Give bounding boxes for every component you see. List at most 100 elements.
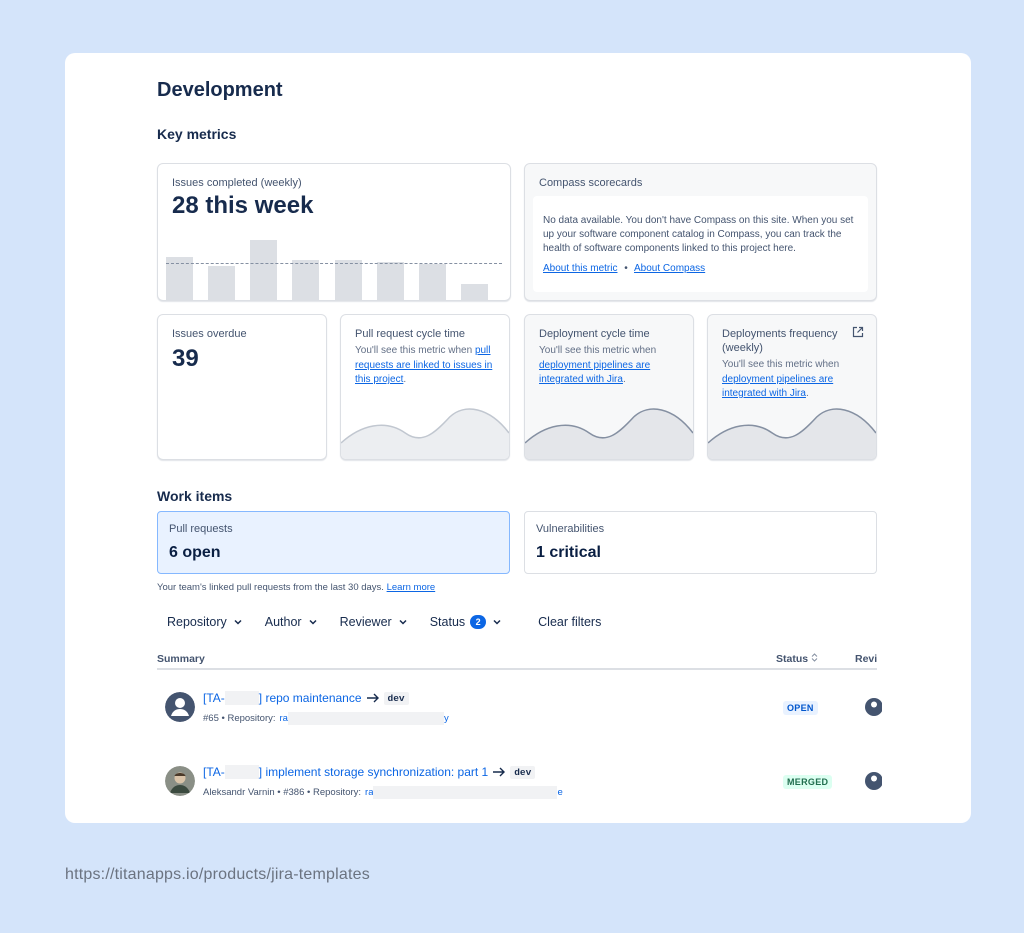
pr-meta: Aleksandr Varnin • #386 • Repository: ra… — [203, 786, 563, 799]
placeholder-wave — [708, 408, 876, 459]
source-url: https://titanapps.io/products/jira-templ… — [65, 866, 370, 883]
redacted-repository — [373, 786, 558, 799]
pr-title-link[interactable]: [TA- ] implement storage synchronization… — [203, 765, 536, 779]
deployment-cycle-time-card: Deployment cycle time You'll see this me… — [524, 314, 694, 460]
pr-cycle-time-card: Pull request cycle time You'll see this … — [340, 314, 510, 460]
pr-meta-text: Aleksandr Varnin • #386 • Repository: — [203, 787, 362, 798]
issues-overdue-label: Issues overdue — [172, 328, 247, 340]
average-line — [166, 263, 502, 264]
pr-title-suffix: ] repo maintenance — [258, 691, 362, 705]
deploy-freq-label: Deployments frequency (weekly) — [722, 328, 838, 354]
key-metrics-heading: Key metrics — [157, 126, 237, 142]
work-items-heading: Work items — [157, 488, 233, 504]
deploy-freq-hint: You'll see this metric when deployment p… — [722, 358, 872, 402]
deploy-cycle-hint-text: You'll see this metric when — [539, 345, 657, 356]
note-text: Your team's linked pull requests from th… — [157, 582, 384, 593]
reviewer-avatar-icon — [865, 772, 882, 790]
redacted-repository — [287, 712, 444, 725]
vulnerabilities-value: 1 critical — [536, 544, 601, 561]
reviewer-column-header[interactable]: Revi — [855, 653, 877, 665]
issues-bar — [334, 259, 362, 300]
compass-message: No data available. You don't have Compas… — [533, 196, 868, 292]
pull-requests-note: Your team's linked pull requests from th… — [157, 582, 435, 593]
reviewer-filter[interactable]: Reviewer — [340, 615, 408, 629]
deploy-freq-hint-end: . — [805, 388, 809, 399]
pr-title-prefix: [TA- — [203, 691, 225, 705]
author-filter[interactable]: Author — [265, 615, 318, 629]
default-avatar-icon — [165, 692, 195, 722]
pr-meta: #65 • Repository: ra y — [203, 712, 449, 725]
reviewer-filter-label: Reviewer — [339, 615, 392, 629]
deploy-pipelines-link[interactable]: deployment pipelines are integrated with… — [539, 360, 650, 386]
target-branch: dev — [510, 765, 536, 779]
status-count-badge: 2 — [470, 615, 487, 629]
redacted-key — [224, 691, 259, 705]
pr-title-link[interactable]: [TA- ] repo maintenance dev — [203, 691, 409, 705]
filter-bar: Repository Author Reviewer Status 2 Clea… — [167, 615, 623, 629]
issues-overdue-value: 39 — [172, 345, 199, 372]
deploy-cycle-hint: You'll see this metric when deployment p… — [539, 344, 689, 388]
pull-requests-value: 6 open — [169, 544, 221, 561]
deploy-cycle-hint-end: . — [622, 374, 626, 385]
table-header: Summary Status Revi — [157, 653, 877, 670]
issues-bar — [376, 262, 404, 300]
repository-link-end[interactable]: e — [557, 787, 562, 798]
pr-cycle-label: Pull request cycle time — [355, 328, 466, 340]
development-panel: Development Key metrics Issues completed… — [65, 53, 971, 823]
compass-scorecards-card: Compass scorecards No data available. Yo… — [524, 163, 877, 301]
issues-completed-card[interactable]: Issues completed (weekly) 28 this week — [157, 163, 511, 301]
table-row[interactable]: [TA- ] implement storage synchronization… — [157, 752, 882, 812]
redacted-key — [224, 765, 259, 779]
deployments-frequency-card[interactable]: Deployments frequency (weekly) You'll se… — [707, 314, 877, 460]
issues-completed-label: Issues completed (weekly) — [172, 177, 302, 189]
clear-filters-button[interactable]: Clear filters — [538, 615, 601, 629]
author-filter-label: Author — [264, 615, 302, 629]
repository-filter[interactable]: Repository — [167, 615, 243, 629]
about-compass-link[interactable]: About Compass — [634, 263, 705, 274]
learn-more-link[interactable]: Learn more — [387, 582, 436, 593]
compass-text: No data available. You don't have Compas… — [543, 215, 854, 254]
chevron-down-icon — [493, 619, 501, 625]
pr-title-suffix: ] implement storage synchronization: par… — [258, 765, 489, 779]
user-photo-avatar — [165, 766, 195, 796]
pull-requests-tab[interactable]: Pull requests 6 open — [157, 511, 510, 574]
issues-bar — [419, 263, 447, 300]
issues-bar — [461, 284, 489, 300]
pr-cycle-hint: You'll see this metric when pull request… — [355, 344, 505, 388]
about-metric-link[interactable]: About this metric — [543, 263, 617, 274]
deploy-cycle-label: Deployment cycle time — [539, 328, 650, 340]
deploy-freq-hint-text: You'll see this metric when — [722, 359, 840, 370]
deploy-freq-pipelines-link[interactable]: deployment pipelines are integrated with… — [722, 374, 833, 400]
chevron-down-icon — [309, 619, 317, 625]
compass-label: Compass scorecards — [539, 177, 643, 189]
status-filter-label: Status — [429, 615, 466, 629]
placeholder-wave — [341, 408, 509, 459]
status-column-label: Status — [776, 653, 809, 665]
arrow-right-icon — [493, 767, 506, 777]
pr-title-prefix: [TA- — [203, 765, 225, 779]
issues-completed-bars — [165, 220, 502, 300]
pr-meta-text: #65 • Repository: — [203, 713, 276, 724]
pull-requests-label: Pull requests — [169, 523, 233, 535]
target-branch: dev — [383, 691, 409, 705]
chevron-down-icon — [234, 619, 242, 625]
pr-cycle-hint-text: You'll see this metric when — [355, 345, 473, 356]
repository-link[interactable]: ra — [365, 787, 373, 798]
repository-filter-label: Repository — [167, 615, 227, 629]
link-separator: • — [624, 263, 628, 274]
status-column-header[interactable]: Status — [776, 653, 818, 665]
issues-overdue-card[interactable]: Issues overdue 39 — [157, 314, 327, 460]
issues-bar — [292, 259, 320, 300]
repository-link-end[interactable]: y — [444, 713, 449, 724]
status-filter[interactable]: Status 2 — [430, 615, 502, 629]
table-row[interactable]: [TA- ] repo maintenance dev #65 • Reposi… — [157, 678, 882, 738]
sort-icon — [811, 653, 818, 662]
status-lozenge: OPEN — [783, 701, 818, 715]
external-link-icon[interactable] — [852, 326, 864, 338]
summary-column-header[interactable]: Summary — [157, 653, 205, 665]
vulnerabilities-tab[interactable]: Vulnerabilities 1 critical — [524, 511, 877, 574]
issues-bar — [207, 266, 235, 300]
pr-cycle-hint-end: . — [403, 374, 407, 385]
repository-link[interactable]: ra — [280, 713, 288, 724]
chevron-down-icon — [399, 619, 407, 625]
